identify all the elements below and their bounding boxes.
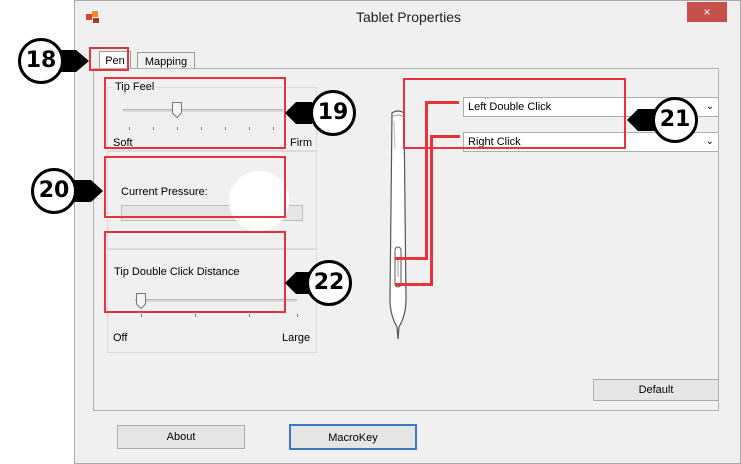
callout-18-highlight — [89, 47, 129, 71]
callout-22-highlight — [104, 231, 286, 313]
close-button[interactable]: × — [687, 2, 727, 22]
slider-tick — [297, 314, 298, 317]
upper-switch-connector — [395, 257, 428, 260]
double-click-min-label: Off — [113, 332, 128, 344]
title-bar: Tablet Properties × — [75, 1, 740, 33]
slider-tick — [195, 314, 196, 317]
callout-21-badge: 21 — [652, 97, 698, 143]
slider-tick — [141, 314, 142, 317]
default-button[interactable]: Default — [593, 379, 719, 401]
about-button[interactable]: About — [117, 425, 245, 449]
callout-20-badge: 20 — [31, 168, 77, 214]
chevron-down-icon: ⌄ — [705, 136, 714, 147]
tip-feel-max-label: Firm — [290, 137, 312, 149]
callout-19-highlight — [104, 77, 286, 149]
macrokey-button[interactable]: MacroKey — [289, 424, 417, 450]
lower-switch-connector — [430, 135, 433, 285]
callout-21-highlight — [403, 78, 626, 149]
callout-18-badge: 18 — [18, 38, 64, 84]
callout-22-badge: 22 — [306, 260, 352, 306]
window-title: Tablet Properties — [355, 9, 462, 25]
slider-tick — [249, 314, 250, 317]
callout-20-highlight — [104, 156, 286, 218]
callout-19-badge: 19 — [310, 90, 356, 136]
callout-19-arrow — [285, 102, 312, 124]
callout-20-arrow — [74, 180, 103, 202]
lower-switch-connector — [395, 283, 433, 286]
double-click-max-label: Large — [282, 332, 311, 344]
chevron-down-icon: ⌄ — [705, 101, 714, 112]
